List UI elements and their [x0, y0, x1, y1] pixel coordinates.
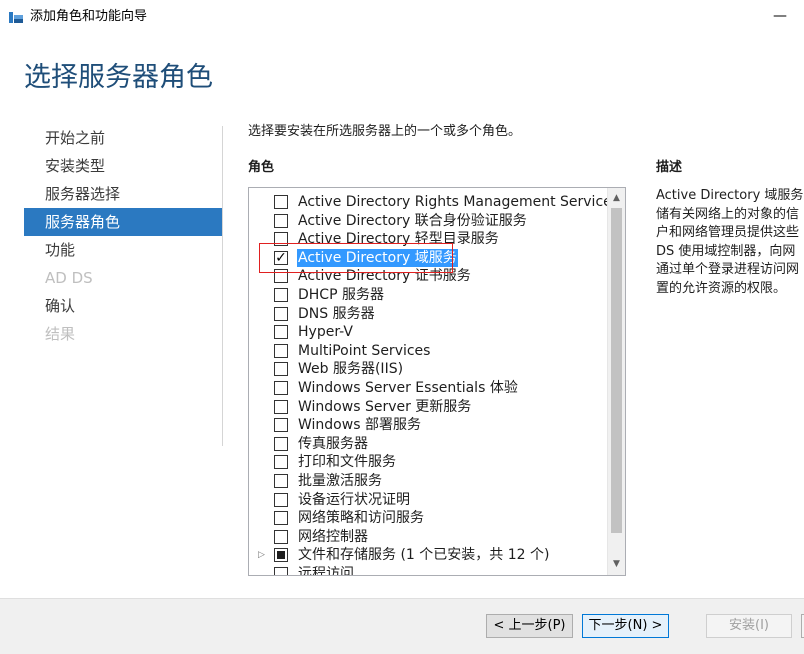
description-heading: 描述	[656, 160, 683, 175]
previous-button[interactable]: < 上一步(P)	[486, 614, 573, 638]
role-row[interactable]: 打印和文件服务	[249, 453, 607, 472]
role-checkbox[interactable]	[274, 343, 288, 358]
role-checkbox[interactable]	[274, 511, 288, 526]
role-label: DNS 服务器	[298, 305, 375, 322]
nav-item-results: 结果	[45, 325, 76, 343]
role-checkbox[interactable]	[274, 492, 288, 507]
install-button: 安装(I)	[706, 614, 792, 638]
role-checkbox[interactable]	[274, 455, 288, 470]
role-checkbox[interactable]	[274, 306, 288, 321]
role-checkbox[interactable]	[274, 195, 288, 209]
role-checkbox[interactable]	[274, 548, 288, 563]
role-label: Hyper-V	[298, 324, 353, 341]
description-text: Active Directory 域服务 储有关网络上的对象的信 户和网络管理员…	[656, 187, 804, 298]
role-checkbox[interactable]	[274, 436, 288, 451]
role-label: 网络控制器	[298, 528, 368, 545]
role-label: 远程访问	[298, 565, 354, 576]
role-label: 文件和存储服务 (1 个已安装，共 12 个)	[298, 547, 550, 564]
server-manager-icon	[9, 12, 23, 23]
role-checkbox[interactable]	[274, 269, 288, 284]
role-row[interactable]: Windows Server Essentials 体验	[249, 379, 607, 398]
roles-list[interactable]: Active Directory Rights Management Servi…	[248, 187, 626, 576]
nav-item-server-selection[interactable]: 服务器选择	[24, 180, 222, 208]
nav-item-installation-type[interactable]: 安装类型	[24, 152, 222, 180]
role-checkbox[interactable]	[274, 362, 288, 377]
role-row[interactable]: Hyper-V	[249, 323, 607, 342]
role-label: DHCP 服务器	[298, 286, 384, 303]
role-label: 网络策略和访问服务	[298, 510, 424, 527]
role-row[interactable]: Active Directory 证书服务	[249, 267, 607, 286]
nav-item-ad-ds: AD DS	[45, 269, 93, 287]
nav-item-confirmation[interactable]: 确认	[24, 292, 222, 320]
expand-arrow-icon[interactable]: ▷	[258, 546, 265, 565]
role-label: Windows Server 更新服务	[298, 398, 472, 415]
role-row[interactable]: Active Directory 域服务	[249, 248, 607, 268]
role-row[interactable]: 批量激活服务	[249, 472, 607, 491]
role-label: Active Directory 域服务	[297, 248, 458, 268]
role-row[interactable]: ▷ 文件和存储服务 (1 个已安装，共 12 个)	[249, 546, 607, 565]
role-row[interactable]: Windows Server 更新服务	[249, 398, 607, 417]
role-label: Web 服务器(IIS)	[298, 361, 404, 378]
role-checkbox[interactable]	[274, 232, 288, 247]
role-row[interactable]: 网络控制器	[249, 528, 607, 547]
role-row[interactable]: 传真服务器	[249, 435, 607, 454]
role-label: Windows 部署服务	[298, 417, 421, 434]
role-row[interactable]: 网络策略和访问服务	[249, 509, 607, 528]
role-label: Active Directory 轻型目录服务	[298, 231, 499, 248]
next-button[interactable]: 下一步(N) >	[582, 614, 669, 638]
wizard-footer: < 上一步(P) 下一步(N) > 安装(I)	[0, 598, 804, 654]
role-label: 设备运行状况证明	[298, 491, 410, 508]
role-row[interactable]: 设备运行状况证明	[249, 491, 607, 510]
role-label: Windows Server Essentials 体验	[298, 379, 518, 396]
roles-heading: 角色	[248, 160, 275, 175]
description-line: Active Directory 域服务	[656, 188, 804, 203]
role-checkbox[interactable]	[274, 287, 288, 302]
scroll-up-arrow-icon[interactable]: ▲	[608, 190, 625, 207]
nav-item-server-roles[interactable]: 服务器角色	[24, 208, 222, 236]
role-row[interactable]: Windows 部署服务	[249, 416, 607, 435]
role-checkbox[interactable]	[274, 566, 288, 575]
role-label: Active Directory 联合身份验证服务	[298, 212, 527, 229]
scroll-down-arrow-icon[interactable]: ▼	[608, 556, 625, 573]
role-label: Active Directory 证书服务	[298, 268, 471, 285]
description-line: DS 使用域控制器，向网	[656, 243, 796, 259]
description-line: 户和网络管理员提供这些	[656, 225, 800, 240]
role-checkbox[interactable]	[274, 529, 288, 544]
role-checkbox[interactable]	[274, 399, 288, 414]
role-row[interactable]: DNS 服务器	[249, 305, 607, 324]
role-label: 传真服务器	[298, 435, 368, 452]
role-label: 打印和文件服务	[298, 454, 396, 471]
nav-item-before-you-begin[interactable]: 开始之前	[24, 124, 222, 152]
role-checkbox[interactable]	[274, 213, 288, 228]
role-row[interactable]: MultiPoint Services	[249, 342, 607, 361]
minimize-button[interactable]: —	[760, 0, 800, 32]
role-label: Active Directory Rights Management Servi…	[298, 194, 620, 210]
nav-item-features[interactable]: 功能	[24, 236, 222, 264]
role-label: MultiPoint Services	[298, 342, 431, 359]
role-row[interactable]: Active Directory 联合身份验证服务	[249, 212, 607, 231]
role-checkbox[interactable]	[274, 473, 288, 488]
role-row[interactable]: DHCP 服务器	[249, 286, 607, 305]
nav-divider	[222, 126, 223, 446]
role-checkbox[interactable]	[274, 325, 288, 340]
role-label: 批量激活服务	[298, 472, 382, 489]
role-checkbox[interactable]	[274, 418, 288, 433]
description-line: 置的允许资源的权限。	[656, 280, 787, 296]
scroll-thumb[interactable]	[611, 208, 622, 533]
role-row[interactable]: Web 服务器(IIS)	[249, 360, 607, 379]
page-title: 选择服务器角色	[24, 62, 213, 93]
roles-list-items: Active Directory Rights Management Servi…	[249, 193, 619, 576]
roles-scrollbar[interactable]: ▲ ▼	[607, 188, 625, 575]
role-row[interactable]: Active Directory Rights Management Servi…	[249, 193, 619, 212]
instruction-text: 选择要安装在所选服务器上的一个或多个角色。	[248, 124, 522, 139]
title-bar: 添加角色和功能向导 —	[0, 0, 804, 34]
role-row[interactable]: 远程访问	[249, 565, 607, 576]
role-checkbox[interactable]	[274, 249, 288, 267]
wizard-nav: 开始之前 安装类型 服务器选择 服务器角色 功能 AD DS 确认 结果	[24, 124, 222, 348]
role-row[interactable]: Active Directory 轻型目录服务	[249, 230, 607, 249]
description-line: 储有关网络上的对象的信	[656, 206, 800, 222]
role-checkbox[interactable]	[274, 380, 288, 395]
description-line: 通过单个登录进程访问网	[656, 262, 800, 277]
window-title: 添加角色和功能向导	[30, 9, 148, 24]
